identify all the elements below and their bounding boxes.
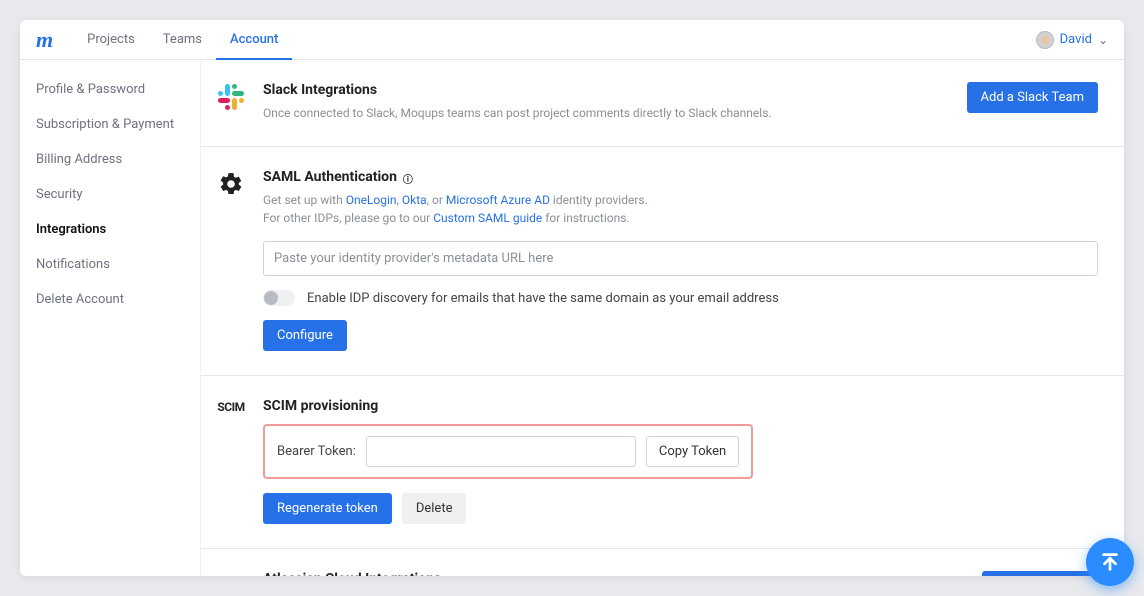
content[interactable]: Slack Integrations Once connected to Sla…: [200, 60, 1124, 576]
regenerate-token-button[interactable]: Regenerate token: [263, 493, 392, 524]
link-okta[interactable]: Okta: [402, 193, 427, 207]
add-slack-team-button[interactable]: Add a Slack Team: [967, 82, 1098, 113]
sidebar-item-profile[interactable]: Profile & Password: [20, 72, 200, 107]
user-menu[interactable]: David ⌄: [1036, 31, 1108, 49]
chevron-down-icon: ⌄: [1098, 33, 1108, 47]
sidebar-item-delete-account[interactable]: Delete Account: [20, 282, 200, 317]
slack-title: Slack Integrations: [263, 82, 953, 98]
section-atlassian: Atlassian Cloud Integrations Learn about…: [201, 549, 1124, 576]
scim-title: SCIM provisioning: [263, 398, 1098, 414]
idp-discovery-label: Enable IDP discovery for emails that hav…: [307, 291, 779, 306]
scim-icon: SCIM: [213, 398, 249, 524]
avatar: [1036, 31, 1054, 49]
slack-icon: [213, 82, 249, 122]
atlassian-title: Atlassian Cloud Integrations: [263, 571, 968, 576]
saml-metadata-input[interactable]: [263, 241, 1098, 276]
user-name: David: [1060, 32, 1092, 47]
sidebar-item-subscription[interactable]: Subscription & Payment: [20, 107, 200, 142]
tab-projects[interactable]: Projects: [73, 20, 149, 60]
scroll-to-top-button[interactable]: [1086, 538, 1134, 586]
bearer-token-label: Bearer Token:: [277, 444, 356, 459]
scim-token-box: Bearer Token: Copy Token: [263, 424, 753, 479]
delete-token-button[interactable]: Delete: [402, 493, 467, 524]
topbar: m Projects Teams Account David ⌄: [20, 20, 1124, 60]
copy-token-button[interactable]: Copy Token: [646, 436, 739, 467]
sidebar-item-security[interactable]: Security: [20, 177, 200, 212]
section-slack: Slack Integrations Once connected to Sla…: [201, 60, 1124, 147]
sidebar-item-notifications[interactable]: Notifications: [20, 247, 200, 282]
section-saml: SAML Authentication ⓘ Get set up with On…: [201, 147, 1124, 376]
idp-discovery-toggle[interactable]: [263, 290, 295, 306]
sidebar-item-billing[interactable]: Billing Address: [20, 142, 200, 177]
link-onelogin[interactable]: OneLogin: [346, 193, 397, 207]
main: Profile & Password Subscription & Paymen…: [20, 60, 1124, 576]
sidebar-item-integrations[interactable]: Integrations: [20, 212, 200, 247]
gear-icon: [213, 169, 249, 351]
app-window: m Projects Teams Account David ⌄ Profile…: [20, 20, 1124, 576]
link-azure[interactable]: Microsoft Azure AD: [446, 193, 550, 207]
link-custom-saml[interactable]: Custom SAML guide: [433, 211, 542, 225]
saml-title: SAML Authentication: [263, 169, 397, 185]
section-scim: SCIM SCIM provisioning Bearer Token: Cop…: [201, 376, 1124, 549]
info-icon[interactable]: ⓘ: [403, 171, 415, 183]
logo: m: [36, 27, 53, 53]
go-to-atlassian-button[interactable]: Go to Atlassian: [982, 571, 1098, 576]
bearer-token-input[interactable]: [366, 436, 636, 467]
tab-account[interactable]: Account: [216, 20, 292, 60]
saml-desc: Get set up with OneLogin, Okta, or Micro…: [263, 191, 1098, 227]
configure-button[interactable]: Configure: [263, 320, 347, 351]
tab-teams[interactable]: Teams: [149, 20, 216, 60]
slack-desc: Once connected to Slack, Moqups teams ca…: [263, 104, 953, 122]
atlassian-icon: [213, 571, 249, 576]
sidebar: Profile & Password Subscription & Paymen…: [20, 60, 200, 576]
